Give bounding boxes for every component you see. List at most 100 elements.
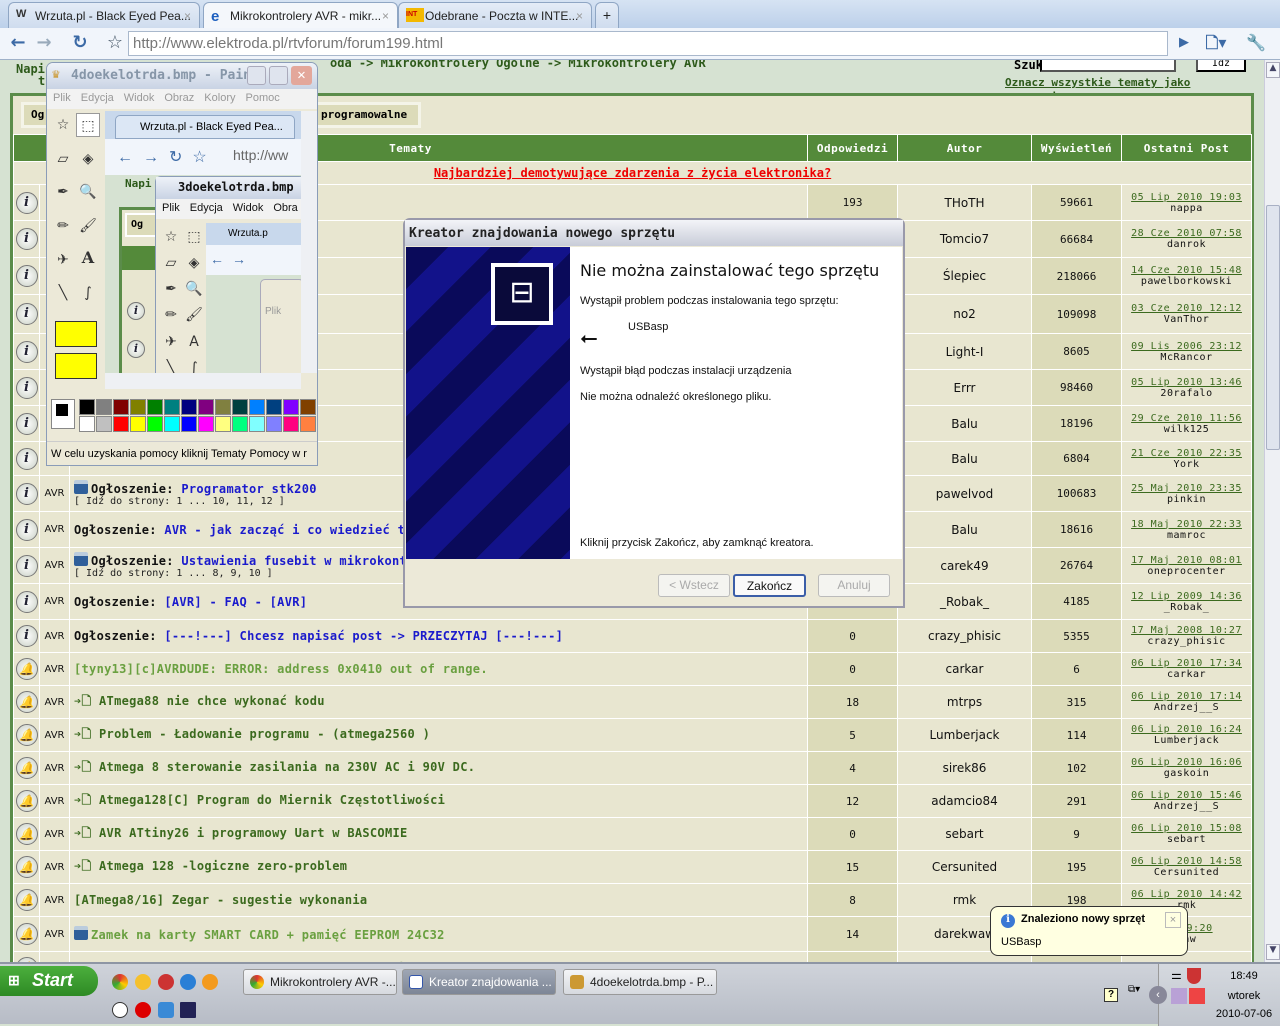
breadcrumb[interactable]: oda -> Mikrokontrolery Ogólne -> Mikroko…	[330, 60, 706, 70]
menu-widok[interactable]: Widok	[124, 92, 155, 104]
task-wizard[interactable]: Kreator znajdowania ...	[402, 969, 556, 995]
palette-swatch[interactable]	[232, 399, 248, 415]
clock-time[interactable]: 18:49	[1211, 970, 1277, 982]
last-post-user[interactable]: nappa	[1123, 203, 1251, 214]
minimize-button[interactable]	[247, 66, 266, 85]
author[interactable]: no2	[897, 294, 1033, 334]
paint-titlebar[interactable]: ♛ 4doekelotrda.bmp - Paint ✕	[47, 63, 317, 89]
col-author[interactable]: Autor	[897, 134, 1033, 162]
palette-swatch[interactable]	[249, 399, 265, 415]
topic-link[interactable]: Ustawienia fusebit w mikrokontrole	[181, 554, 437, 568]
last-post-date[interactable]: 05 Lip 2010 13:46	[1123, 377, 1251, 388]
scroll-thumb[interactable]	[1266, 205, 1280, 450]
last-post-date[interactable]: 06 Lip 2010 14:58	[1123, 856, 1251, 867]
last-post-user[interactable]: mamroc	[1123, 530, 1251, 541]
subforum-tab[interactable]: Og	[31, 108, 44, 121]
address-bar[interactable]	[128, 31, 1168, 56]
menu-edycja[interactable]: Edycja	[81, 92, 114, 104]
app-icon-2[interactable]	[158, 1002, 174, 1018]
col-replies[interactable]: Odpowiedzi	[807, 134, 899, 162]
close-icon[interactable]: ×	[382, 9, 389, 23]
banner-link[interactable]: Najbardziej demotywujące zdarzenia z życ…	[434, 166, 831, 180]
last-post-user[interactable]: 20rafalo	[1123, 388, 1251, 399]
palette-swatch[interactable]	[300, 399, 316, 415]
author[interactable]: Cersunited	[897, 850, 1033, 884]
palette-swatch[interactable]	[96, 399, 112, 415]
last-post-date[interactable]: 21 Cze 2010 22:35	[1123, 448, 1251, 459]
expand-tray-icon[interactable]: ‹	[1149, 986, 1167, 1004]
notification-balloon[interactable]: i Znaleziono nowy sprzęt × USBasp	[990, 906, 1188, 956]
author[interactable]: Lumberjack	[897, 718, 1033, 752]
last-post-user[interactable]: sebart	[1123, 834, 1251, 845]
topic-link[interactable]: Atmega 128 -logiczne zero-problem	[99, 859, 347, 873]
palette-swatch[interactable]	[130, 399, 146, 415]
maximize-button[interactable]	[269, 66, 288, 85]
last-post-date[interactable]: 03 Cze 2010 12:12	[1123, 303, 1251, 314]
media-player-icon[interactable]	[202, 974, 218, 990]
topic-link[interactable]: Programator stk200	[181, 482, 316, 496]
topic-link[interactable]: Atmega128[C] Program do Miernik Częstotl…	[99, 793, 445, 807]
dialog-titlebar[interactable]: Kreator znajdowania nowego sprzętu	[405, 220, 903, 246]
author[interactable]: adamcio84	[897, 784, 1033, 818]
fill-icon[interactable]: ◈	[76, 147, 100, 171]
palette-swatch[interactable]	[232, 416, 248, 432]
clock-icon[interactable]	[112, 1002, 128, 1018]
col-views[interactable]: Wyświetleń	[1031, 134, 1123, 162]
scroll-down-button[interactable]: ▼	[1266, 944, 1280, 960]
author[interactable]: Tomcio7	[897, 220, 1033, 258]
last-post-date[interactable]: 14 Cze 2010 15:48	[1123, 265, 1251, 276]
author[interactable]: Balu	[897, 405, 1033, 442]
topic-link[interactable]: AVR ATtiny26 i programowy Uart w BASCOMI…	[99, 826, 408, 840]
topic-link[interactable]: [---!---] Chcesz napisać post -> PRZECZY…	[164, 629, 563, 643]
palette-swatch[interactable]	[181, 416, 197, 432]
palette-swatch[interactable]	[215, 416, 231, 432]
last-post-date[interactable]: 18 Maj 2010 22:33	[1123, 519, 1251, 530]
palette-swatch[interactable]	[249, 416, 265, 432]
last-post-date[interactable]: 29 Cze 2010 11:56	[1123, 413, 1251, 424]
new-tab-button[interactable]: +	[595, 2, 619, 28]
topic-link[interactable]: Zamek na karty SMART CARD + pamięć EEPRO…	[91, 928, 445, 942]
last-post-user[interactable]: pinkin	[1123, 494, 1251, 505]
palette-swatch[interactable]	[215, 399, 231, 415]
col-last-post[interactable]: Ostatni Post	[1121, 134, 1253, 162]
close-icon[interactable]: ×	[184, 9, 191, 23]
last-post-date[interactable]: 06 Lip 2010 14:42	[1123, 889, 1251, 900]
task-browser[interactable]: Mikrokontrolery AVR -...	[243, 969, 397, 995]
hardware-wizard-dialog[interactable]: Kreator znajdowania nowego sprzętu ⊟ Nie…	[403, 218, 905, 608]
author[interactable]: carkar	[897, 652, 1033, 686]
go-button[interactable]: ▶	[1172, 32, 1196, 56]
close-icon[interactable]: ×	[576, 9, 583, 23]
last-post-date[interactable]: 05 Lip 2010 19:03	[1123, 192, 1251, 203]
last-post-date[interactable]: 12 Lip 2009 14:36	[1123, 591, 1251, 602]
palette-swatch[interactable]	[266, 399, 282, 415]
page-scrollbar[interactable]: ▲ ▼	[1264, 60, 1280, 962]
author[interactable]: Balu	[897, 441, 1033, 476]
palette-swatch[interactable]	[283, 416, 299, 432]
palette-swatch[interactable]	[79, 399, 95, 415]
line-icon[interactable]: ╲	[51, 281, 75, 305]
start-button[interactable]: ⊞ Start	[0, 966, 98, 996]
free-select-icon[interactable]: ☆	[51, 113, 75, 137]
last-post-user[interactable]: crazy_phisic	[1123, 636, 1251, 647]
back-button[interactable]: < Wstecz	[658, 574, 730, 597]
brush-icon[interactable]: 🖌	[76, 214, 100, 238]
paint-window[interactable]: ♛ 4doekelotrda.bmp - Paint ✕ Plik Edycja Wi…	[46, 62, 318, 466]
author[interactable]: mtrps	[897, 685, 1033, 719]
last-post-user[interactable]: carkar	[1123, 669, 1251, 680]
paint-canvas[interactable]: Wrzuta.pl - Black Eyed Pea... ←→↻☆ http:…	[105, 111, 301, 373]
last-post-date[interactable]: 06 Lip 2010 16:06	[1123, 757, 1251, 768]
last-post-user[interactable]: Cersunited	[1123, 867, 1251, 878]
search-button[interactable]: Idź	[1196, 60, 1246, 72]
palette-swatch[interactable]	[266, 416, 282, 432]
last-post-user[interactable]: gaskoin	[1123, 768, 1251, 779]
task-paint[interactable]: 4doekelotrda.bmp - P...	[563, 969, 717, 995]
last-post-user[interactable]: Lumberjack	[1123, 735, 1251, 746]
eraser-icon[interactable]: ▱	[51, 147, 75, 171]
hardware-tray-icon[interactable]: ⚌	[1171, 968, 1182, 982]
last-post-user[interactable]: McRancor	[1123, 352, 1251, 363]
restore-icon[interactable]: ⧉▾	[1128, 984, 1140, 995]
page-menu-icon[interactable]: 🗋▾	[1204, 32, 1228, 56]
author[interactable]: sirek86	[897, 751, 1033, 785]
bookmark-star-icon[interactable]: ☆	[103, 32, 127, 56]
palette-swatch[interactable]	[164, 399, 180, 415]
